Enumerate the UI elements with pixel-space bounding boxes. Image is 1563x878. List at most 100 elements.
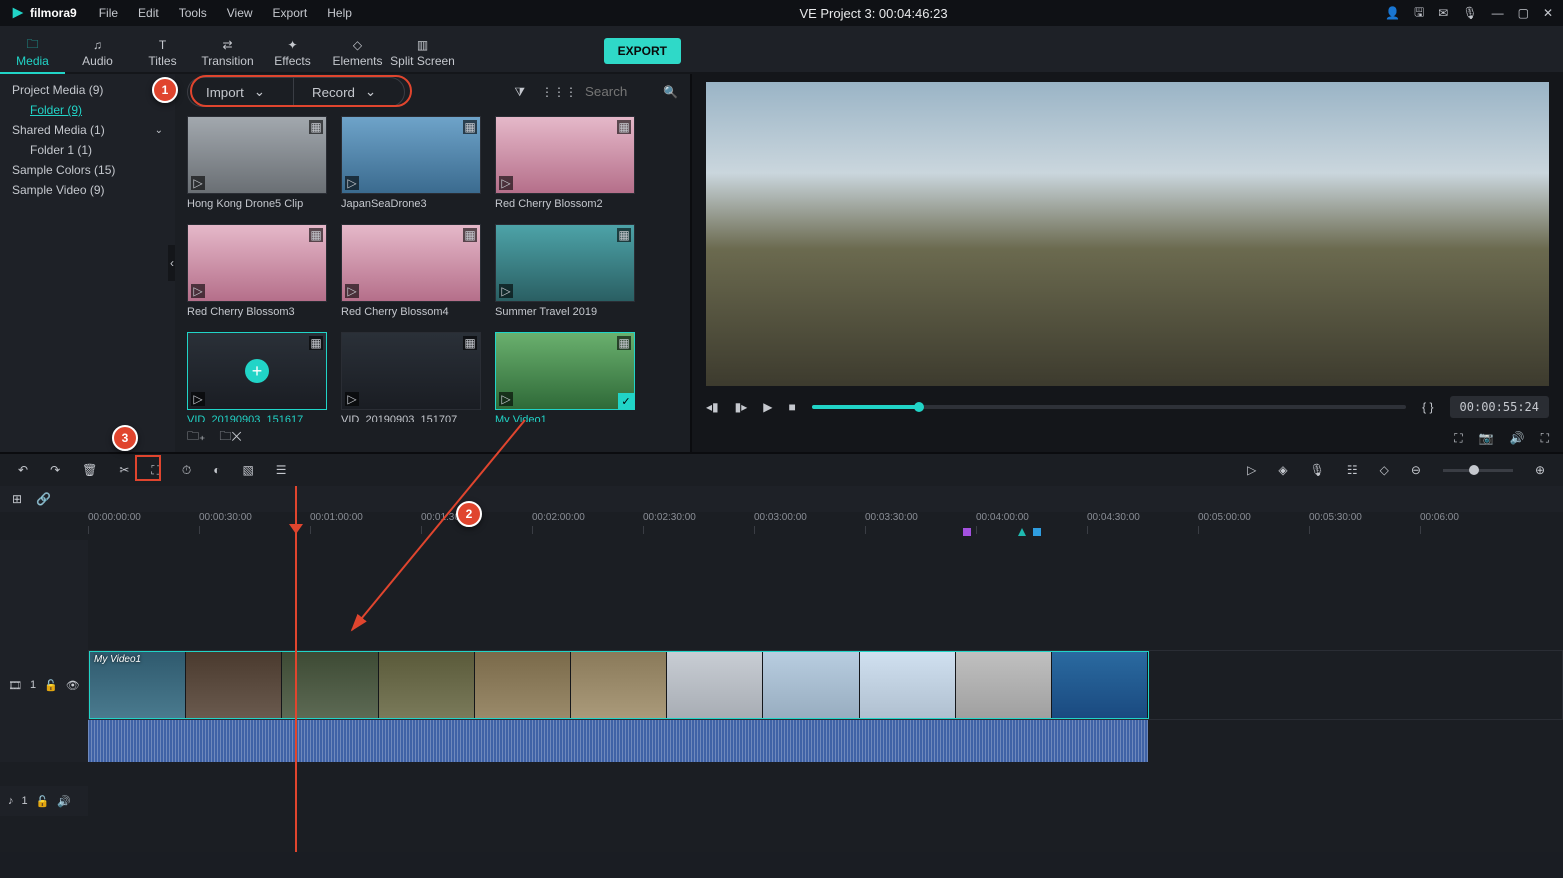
attached-audio[interactable] <box>0 720 1563 762</box>
mark-in-out-icon[interactable]: { } <box>1422 400 1433 414</box>
sidebar-item-folder[interactable]: Folder (9) <box>0 100 175 120</box>
zoom-in-button[interactable]: ⊕ <box>1535 463 1545 477</box>
new-folder-icon[interactable]: 🗀₊ <box>187 427 205 448</box>
redo-button[interactable]: ↷ <box>50 463 60 477</box>
zoom-slider[interactable] <box>1443 469 1513 472</box>
ruler-tick: 00:00:30:00 <box>199 512 252 523</box>
fullscreen-icon[interactable]: ⛶ <box>1541 431 1549 446</box>
split-button[interactable]: ✂ <box>119 463 129 477</box>
adjust-button[interactable]: ☰ <box>276 463 287 477</box>
preview-canvas <box>706 82 1549 386</box>
mail-icon[interactable]: ✉ <box>1438 6 1448 20</box>
tab-media[interactable]: 🗀 Media <box>0 38 65 74</box>
media-clip[interactable]: ▦ ▷ My Video1 <box>495 332 635 422</box>
tab-elements[interactable]: ◇Elements <box>325 38 390 72</box>
export-button[interactable]: EXPORT <box>604 38 681 64</box>
account-icon[interactable]: 👤 <box>1385 6 1400 20</box>
sparkle-icon: ✦ <box>286 38 300 52</box>
media-clip[interactable]: ▦ ▷ Red Cherry Blossom4 <box>341 224 481 318</box>
mute-icon[interactable]: 🔊 <box>57 795 71 808</box>
undo-button[interactable]: ↶ <box>18 463 28 477</box>
media-clip[interactable]: ▦ ▷ Red Cherry Blossom2 <box>495 116 635 210</box>
timeline-marker[interactable] <box>1033 528 1041 536</box>
menu-edit[interactable]: Edit <box>128 0 169 26</box>
delete-button[interactable]: 🗑 <box>82 463 97 477</box>
volume-icon[interactable]: 🔊 <box>1510 431 1525 445</box>
render-preview-icon[interactable]: ⛶ <box>1454 431 1462 446</box>
snapshot-icon[interactable]: 📷 <box>1479 431 1494 445</box>
media-clip[interactable]: ▦ ▷ Summer Travel 2019 <box>495 224 635 318</box>
preview-viewer: ◂▮ ▮▸ ▶ ■ { } 00:00:55:24 ⛶ 📷 🔊 ⛶ <box>690 74 1563 452</box>
media-clip[interactable]: ▦ ▷ JapanSeaDrone3 <box>341 116 481 210</box>
zoom-out-button[interactable]: ⊖ <box>1411 463 1421 477</box>
color-button[interactable]: ◐ <box>213 463 220 477</box>
menu-view[interactable]: View <box>217 0 263 26</box>
filter-icon[interactable]: ⧩ <box>506 85 533 100</box>
menu-tools[interactable]: Tools <box>169 0 217 26</box>
playhead[interactable] <box>295 486 297 852</box>
grid-view-icon[interactable]: ⋮⋮⋮ <box>533 85 585 99</box>
menu-help[interactable]: Help <box>317 0 362 26</box>
audio-track-1[interactable]: ♪ 1 🔓 🔊 <box>0 786 1563 816</box>
play-badge-icon: ▷ <box>191 392 205 406</box>
playback-slider[interactable] <box>812 405 1406 409</box>
render-button[interactable]: ▷ <box>1247 463 1256 477</box>
prev-frame-button[interactable]: ◂▮ <box>706 400 719 414</box>
media-browser: Import ⌄ Record ⌄ ⧩ ⋮⋮⋮ 🔍 ▦ ▷ Hong Kong … <box>175 74 690 452</box>
video-badge-icon: ▦ <box>617 336 631 350</box>
close-icon[interactable]: ✕ <box>1543 6 1553 20</box>
green-screen-button[interactable]: ▧ <box>242 463 253 477</box>
link-icon[interactable]: 🔗 <box>36 492 51 506</box>
media-clip[interactable]: ▦ ▷ VID_20190903_151707 <box>341 332 481 422</box>
menu-export[interactable]: Export <box>263 0 318 26</box>
media-clip[interactable]: ▦ ▷ Hong Kong Drone5 Clip <box>187 116 327 210</box>
timeline-marker[interactable] <box>963 528 971 536</box>
timeline-marker[interactable] <box>1018 528 1026 536</box>
voiceover-button[interactable]: 🎙 <box>1310 463 1325 477</box>
timeline-clip[interactable]: My Video1 <box>89 651 1149 719</box>
search-field[interactable] <box>585 84 655 99</box>
play-button[interactable]: ▶ <box>763 400 772 414</box>
save-icon[interactable]: 🖫 <box>1414 3 1424 24</box>
ruler-tick: 00:03:30:00 <box>865 512 918 523</box>
keyframe-button[interactable]: ◇ <box>1380 463 1389 477</box>
mic-icon[interactable]: 🎙 <box>1462 6 1477 20</box>
sidebar-item-folder1[interactable]: Folder 1 (1) <box>0 140 175 160</box>
stop-button[interactable]: ■ <box>789 400 796 414</box>
minimize-icon[interactable]: — <box>1492 6 1504 20</box>
tab-split-screen[interactable]: ▥Split Screen <box>390 38 455 72</box>
sidebar-item-sample-colors[interactable]: Sample Colors (15) <box>0 160 175 180</box>
lock-icon[interactable]: 🔓 <box>44 679 58 692</box>
sidebar-item-project-media[interactable]: Project Media (9)⌄ <box>0 80 175 100</box>
mixer-button[interactable]: ☷ <box>1347 463 1358 477</box>
lock-icon[interactable]: 🔓 <box>36 795 50 808</box>
delete-folder-icon[interactable]: 🗀✕ <box>219 427 241 448</box>
visibility-icon[interactable]: 👁 <box>66 679 80 692</box>
speed-button[interactable]: ⏱ <box>182 463 191 478</box>
video-track-1[interactable]: 🎞 1 🔓 👁 My Video1 <box>0 650 1563 720</box>
play-badge-icon: ▷ <box>345 176 359 190</box>
next-frame-button[interactable]: ▮▸ <box>735 400 748 414</box>
ruler-tick: 00:05:30:00 <box>1309 512 1362 523</box>
sidebar-item-sample-video[interactable]: Sample Video (9) <box>0 180 175 200</box>
search-input[interactable]: 🔍 <box>585 84 678 100</box>
timeline-ruler[interactable]: 00:00:00:0000:00:30:0000:01:00:0000:01:3… <box>88 512 1563 540</box>
play-badge-icon: ▷ <box>191 284 205 298</box>
tab-effects[interactable]: ✦Effects <box>260 38 325 72</box>
category-tabs: 🗀 Media ♫Audio TTitles ⇄Transition ✦Effe… <box>0 26 1563 74</box>
audio-waveform[interactable] <box>88 720 1148 762</box>
tab-audio[interactable]: ♫Audio <box>65 38 130 72</box>
marker-button[interactable]: ◈ <box>1278 463 1287 477</box>
clip-name: Red Cherry Blossom4 <box>341 306 481 318</box>
media-clip[interactable]: ▦ ▷ Red Cherry Blossom3 <box>187 224 327 318</box>
menu-file[interactable]: File <box>89 0 128 26</box>
annotation-box-3 <box>135 455 161 481</box>
maximize-icon[interactable]: ▢ <box>1518 6 1529 20</box>
tab-transition[interactable]: ⇄Transition <box>195 38 260 72</box>
add-track-icon[interactable]: ⊞ <box>12 492 22 506</box>
media-clip[interactable]: ▦ ▷ VID_20190903_151617 <box>187 332 327 422</box>
clip-thumbnail: ▦ ▷ <box>495 332 635 410</box>
tab-titles[interactable]: TTitles <box>130 38 195 72</box>
play-badge-icon: ▷ <box>499 392 513 406</box>
sidebar-item-shared-media[interactable]: Shared Media (1)⌄ <box>0 120 175 140</box>
